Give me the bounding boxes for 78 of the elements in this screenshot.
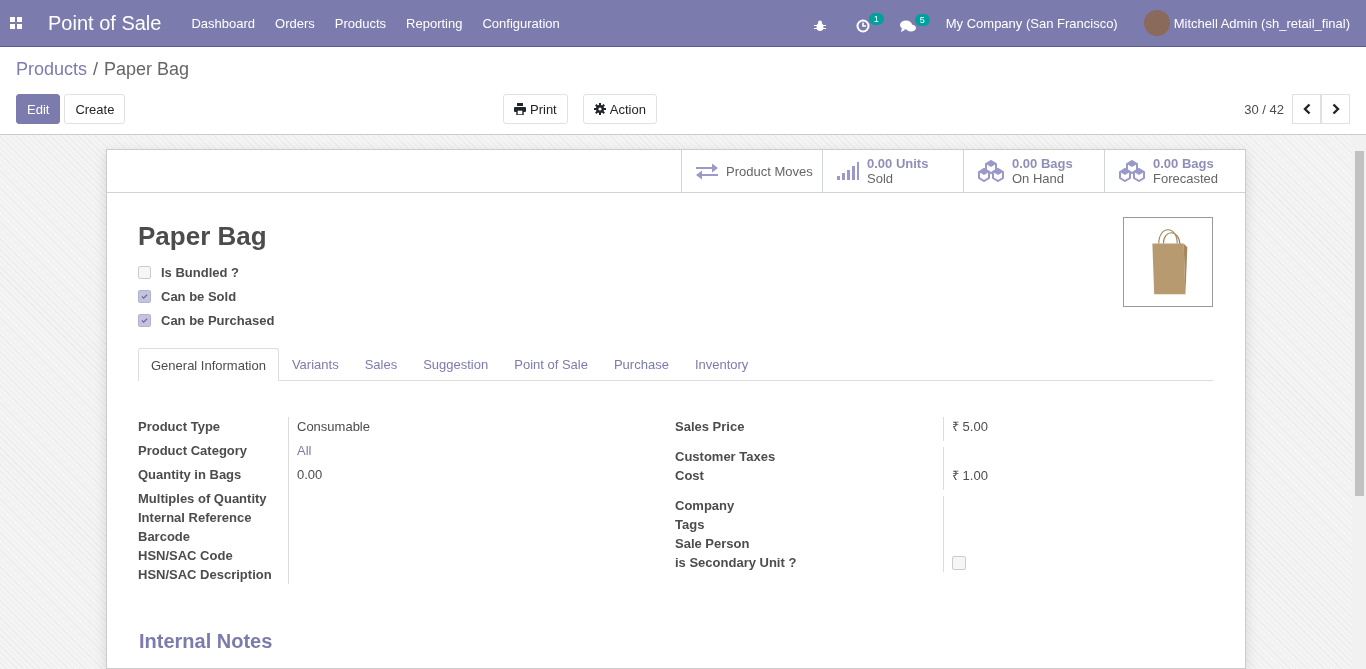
field-label: Cost (675, 467, 705, 485)
breadcrumb-separator: / (93, 59, 99, 81)
field-label: Barcode (138, 528, 192, 546)
print-button[interactable]: Print (503, 94, 568, 124)
stat-button[interactable]: 0.00 Bags On Hand (963, 150, 1104, 192)
field-label: HSN/SAC Description (138, 566, 273, 584)
next-button[interactable] (1321, 94, 1350, 124)
edit-button[interactable]: Edit (16, 94, 61, 124)
tab[interactable]: Variants (278, 348, 352, 380)
field-label: Customer Taxes (675, 448, 777, 466)
menu-item[interactable]: Reporting (406, 15, 463, 31)
field-label: Tags (675, 516, 706, 534)
checkbox-label: Is Bundled ? (161, 264, 239, 280)
user-avatar (1143, 10, 1170, 36)
chevron-left-icon (1301, 103, 1312, 115)
apps-icon (10, 17, 22, 29)
exchange-arrows-icon (696, 162, 718, 180)
scrollbar-thumb[interactable] (1354, 151, 1364, 496)
gear-icon (593, 103, 606, 115)
checkmark-icon (141, 292, 148, 300)
field-label: Sale Person (675, 535, 751, 553)
printer-icon (514, 103, 526, 115)
signal-bars-icon (837, 162, 859, 180)
cubes-icon (1119, 160, 1145, 182)
checkbox[interactable] (952, 556, 966, 570)
checkbox[interactable] (138, 313, 151, 327)
message-badge: 5 (914, 13, 930, 26)
tab[interactable]: Inventory (681, 348, 762, 380)
breadcrumb-current: Paper Bag (104, 59, 190, 81)
checkmark-icon (141, 316, 148, 324)
field-value: Consumable (297, 419, 370, 434)
bug-icon (813, 20, 826, 32)
app-title: Point of Sale (48, 11, 162, 35)
company-switcher[interactable]: My Company (San Francisco) (945, 15, 1118, 31)
field-value: ₹ 5.00 (952, 419, 988, 434)
stat-button[interactable]: Product Moves (681, 150, 822, 192)
create-button[interactable]: Create (64, 94, 126, 124)
field-value: 0.00 (297, 467, 323, 482)
field-label: Sales Price (675, 418, 746, 436)
tab[interactable]: Point of Sale (501, 348, 601, 380)
cubes-icon (978, 160, 1004, 182)
field-label: Multiples of Quantity (138, 490, 268, 508)
tab[interactable]: Sales (351, 348, 411, 380)
breadcrumb-link[interactable]: Products (16, 59, 88, 85)
menu-item[interactable]: Orders (275, 15, 315, 31)
field-label: is Secondary Unit ? (675, 554, 798, 572)
checkbox-label: Can be Sold (161, 288, 237, 304)
section-title: Internal Notes (139, 630, 274, 653)
field-label: Quantity in Bags (138, 466, 243, 484)
activity-badge: 1 (868, 13, 884, 25)
checkbox[interactable] (138, 289, 151, 303)
menu-item[interactable]: Products (334, 15, 387, 31)
user-menu[interactable]: Mitchell Admin (sh_retail_final) (1173, 15, 1350, 31)
field-label: HSN/SAC Code (138, 547, 234, 565)
field-label: Product Type (138, 418, 222, 436)
messages-button[interactable]: 5 (899, 13, 930, 33)
tab[interactable]: Suggestion (410, 348, 502, 380)
field-label: Internal Reference (138, 509, 253, 527)
menu-item[interactable]: Configuration (482, 15, 560, 31)
stat-button[interactable]: 0.00 Bags Forecasted (1104, 150, 1245, 192)
tab[interactable]: Purchase (600, 348, 682, 380)
field-label: Company (675, 497, 736, 515)
checkbox[interactable] (138, 265, 151, 279)
field-value: ₹ 1.00 (952, 468, 988, 483)
activity-button[interactable]: 1 (855, 13, 884, 33)
chat-icon (899, 19, 916, 33)
chevron-right-icon (1330, 103, 1341, 115)
field-label: Product Category (138, 442, 249, 460)
previous-button[interactable] (1292, 94, 1321, 124)
stat-button[interactable]: 0.00 Units Sold (822, 150, 963, 192)
tab[interactable]: General Information (138, 348, 279, 381)
action-button[interactable]: Action (582, 94, 657, 124)
field-link[interactable]: All (297, 443, 312, 458)
clock-icon (855, 19, 870, 33)
menu-item[interactable]: Dashboard (191, 15, 256, 31)
product-name: Paper Bag (138, 221, 268, 252)
pager-value: 30 / 42 (1244, 101, 1284, 117)
checkbox-label: Can be Purchased (161, 312, 275, 328)
